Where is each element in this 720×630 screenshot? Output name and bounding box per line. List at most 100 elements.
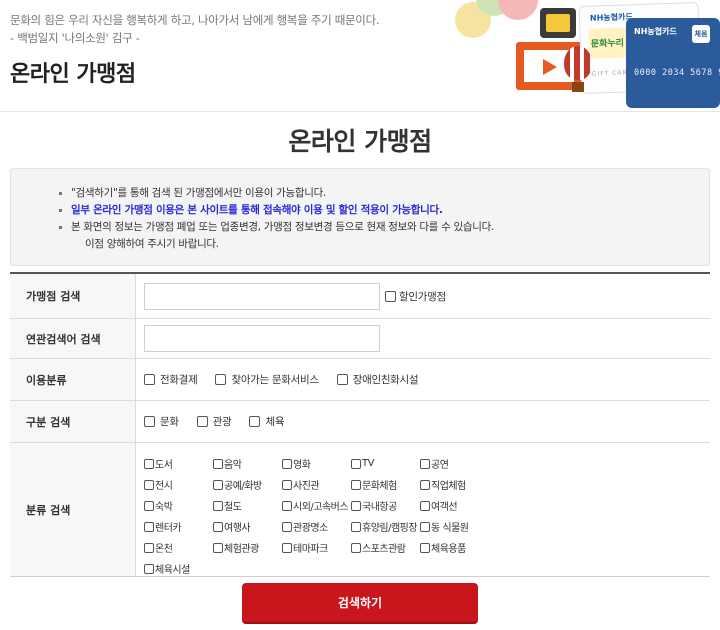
checkbox-box[interactable] — [420, 500, 430, 511]
checkbox-box[interactable] — [420, 521, 430, 532]
checkbox-box[interactable] — [282, 500, 292, 511]
category-checkbox[interactable]: 영화 — [282, 456, 351, 471]
discount-store-checkbox[interactable]: 할인가맹점 — [385, 289, 446, 304]
checkbox-box[interactable] — [144, 500, 154, 511]
section-title: 온라인 가맹점 — [288, 127, 432, 156]
category-checkbox-label: TV — [362, 458, 374, 469]
division-option-tourism[interactable]: 관광 — [196, 414, 232, 429]
keyword-search-label: 연관검색어 검색 — [10, 319, 135, 358]
card-brand: NH농협카드 — [634, 27, 677, 36]
checkbox-box[interactable] — [351, 521, 361, 532]
category-checkbox-label: 휴양림/캠핑장 — [362, 523, 418, 534]
checkbox-box[interactable] — [351, 479, 361, 490]
category-checkbox[interactable]: 공연 — [420, 456, 489, 471]
category-checkbox[interactable]: 직업체험 — [420, 477, 489, 492]
checkbox-box[interactable] — [196, 416, 208, 427]
category-checkbox[interactable]: 시외/고속버스 — [282, 498, 351, 513]
checkbox-box[interactable] — [144, 479, 154, 490]
category-checkbox[interactable]: 동 식물원 — [420, 519, 489, 534]
checkbox-box[interactable] — [336, 374, 348, 385]
category-checkbox[interactable]: 체육시설 — [144, 561, 213, 576]
ticket-icon — [540, 8, 576, 38]
checkbox-box[interactable] — [213, 542, 223, 553]
category-checkbox[interactable]: TV — [351, 458, 420, 469]
checkbox-box[interactable] — [215, 374, 227, 385]
checkbox-box[interactable] — [144, 521, 154, 532]
checkbox-box[interactable] — [420, 458, 430, 469]
page-title: 온라인 가맹점 — [10, 62, 136, 87]
category-checkbox[interactable]: 공예/화방 — [213, 477, 282, 492]
division-option-sports[interactable]: 체육 — [249, 414, 284, 429]
category-checkbox[interactable]: 여행사 — [213, 519, 282, 534]
category-checkbox-label: 국내항공 — [362, 502, 397, 513]
category-checkbox-label: 시외/고속버스 — [293, 502, 349, 513]
checkbox-box[interactable] — [282, 521, 292, 532]
checkbox-box[interactable] — [144, 458, 154, 469]
card-tag: 체움 — [692, 25, 710, 43]
category-checkbox-label: 도서 — [155, 460, 173, 471]
quote-line-2: - 백범일지 '나의소원' 김구 - — [10, 31, 140, 45]
checkbox-box[interactable] — [213, 479, 223, 490]
checkbox-box[interactable] — [282, 479, 292, 490]
category-checkbox-label: 전시 — [155, 481, 173, 492]
category-row-5: 체육시설 — [144, 558, 489, 579]
search-button[interactable]: 검색하기 — [242, 583, 478, 622]
checkbox-box[interactable] — [144, 542, 154, 553]
category-checkbox[interactable]: 온천 — [144, 540, 213, 555]
credit-card-image: NH농협카드 체움 0000 2034 5678 9999 — [626, 18, 720, 108]
checkbox-box[interactable] — [282, 542, 292, 553]
checkbox-box[interactable] — [213, 521, 223, 532]
division-label: 구분 검색 — [10, 401, 135, 442]
store-search-input[interactable] — [144, 282, 380, 310]
category-checkbox[interactable]: 테마파크 — [282, 540, 351, 555]
checkbox-box[interactable] — [420, 542, 430, 553]
category-checkbox-label: 음악 — [224, 460, 242, 471]
category-checkbox[interactable]: 도서 — [144, 456, 213, 471]
deco-circle-pink — [498, 0, 538, 20]
checkbox-box[interactable] — [144, 563, 154, 574]
usage-option-visit[interactable]: 찾아가는 문화서비스 — [215, 372, 319, 387]
usage-option-accessible[interactable]: 장애인친화시설 — [336, 372, 419, 387]
category-checkbox-label: 체육시설 — [155, 565, 190, 576]
header-quote: 문화의 힘은 우리 자신을 행복하게 하고, 나아가서 남에게 행복을 주기 때… — [10, 11, 380, 47]
checkbox-box[interactable] — [420, 479, 430, 490]
checkbox-box[interactable] — [282, 458, 292, 469]
category-checkbox[interactable]: 숙박 — [144, 498, 213, 513]
store-search-label: 가맹점 검색 — [10, 274, 135, 318]
category-checkbox[interactable]: 관광명소 — [282, 519, 351, 534]
category-checkbox[interactable]: 스포츠관람 — [351, 540, 420, 555]
category-checkbox[interactable]: 국내항공 — [351, 498, 420, 513]
category-checkbox[interactable]: 휴양림/캠핑장 — [351, 519, 420, 534]
division-option-culture[interactable]: 문화 — [144, 414, 179, 429]
notice-item: "검색하기"를 통해 검색 된 가맹점에서만 이용이 가능합니다. — [59, 185, 709, 202]
checkbox-box[interactable] — [385, 290, 396, 302]
category-label: 분류 검색 — [10, 443, 135, 576]
category-checkbox[interactable]: 체험관광 — [213, 540, 282, 555]
checkbox-box[interactable] — [351, 500, 361, 511]
checkbox-box[interactable] — [144, 374, 155, 385]
category-checkbox[interactable]: 음악 — [213, 456, 282, 471]
category-checkbox-label: 문화체험 — [362, 481, 397, 492]
category-checkbox-label: 온천 — [155, 544, 173, 555]
category-checkbox[interactable]: 사진관 — [282, 477, 351, 492]
checkbox-box[interactable] — [351, 542, 361, 553]
checkbox-box[interactable] — [213, 458, 223, 469]
category-checkbox[interactable]: 렌터카 — [144, 519, 213, 534]
notice-item: 본 화면의 정보는 가맹점 폐업 또는 업종변경, 가맹점 정보변경 등으로 현… — [59, 219, 709, 236]
checkbox-box[interactable] — [213, 500, 223, 511]
category-checkbox[interactable]: 여객선 — [420, 498, 489, 513]
category-checkbox[interactable]: 체육용품 — [420, 540, 489, 555]
category-checkbox-label: 철도 — [224, 502, 242, 513]
category-checkbox[interactable]: 문화체험 — [351, 477, 420, 492]
category-row: 분류 검색 도서 음악 영화 TV 공연전시 공예/화방 사진관 문화체험 직업체험숙박 철도 시외… — [10, 442, 710, 576]
checkbox-box[interactable] — [249, 416, 261, 427]
checkbox-box[interactable] — [351, 458, 361, 469]
usage-option-phone[interactable]: 전화결제 — [144, 372, 198, 387]
category-checkbox-label: 공예/화방 — [224, 481, 262, 492]
category-checkbox[interactable]: 철도 — [213, 498, 282, 513]
discount-store-label: 할인가맹점 — [399, 290, 446, 303]
keyword-search-input[interactable] — [144, 325, 380, 352]
category-checkbox[interactable]: 전시 — [144, 477, 213, 492]
checkbox-box[interactable] — [144, 416, 155, 427]
keyword-search-row: 연관검색어 검색 — [10, 318, 710, 358]
